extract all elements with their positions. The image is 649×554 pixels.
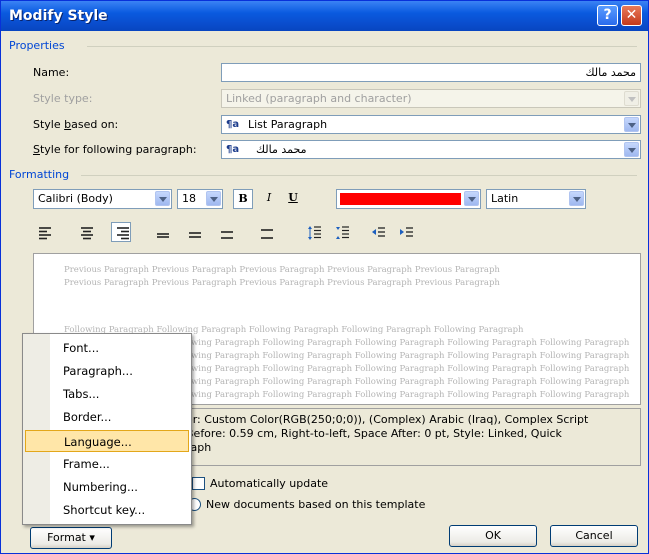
double-spacing-icon[interactable]: [257, 223, 277, 243]
following-paragraph-text: wing Paragraph Following Paragraph Follo…: [191, 351, 630, 361]
menu-item-font[interactable]: Font...: [25, 337, 189, 359]
name-label: Name:: [33, 66, 70, 79]
increase-indent-icon[interactable]: [397, 223, 417, 243]
previous-paragraph-text: Previous Paragraph Previous Paragraph Pr…: [64, 265, 500, 275]
following-value: محمد مالك: [256, 143, 307, 156]
dialog-title: Modify Style: [9, 8, 108, 24]
chevron-down-icon[interactable]: [155, 191, 170, 206]
menu-item-label: Numbering...: [63, 480, 138, 494]
following-label: Style for following paragraph:: [33, 143, 197, 156]
format-button[interactable]: Format ▾: [30, 527, 112, 549]
menu-item-label: Language...: [64, 435, 132, 449]
close-button[interactable]: ✕: [621, 5, 642, 26]
style-type-select: Linked (paragraph and character): [221, 89, 641, 108]
title-bar: Modify Style ? ✕: [1, 1, 648, 31]
menu-item-language[interactable]: Language...: [25, 430, 189, 452]
auto-update-label: Automatically update: [210, 477, 329, 490]
following-paragraph-text: wing Paragraph Following Paragraph Follo…: [191, 338, 630, 348]
based-on-label: Style based on:: [33, 118, 119, 131]
menu-item-numbering[interactable]: Numbering...: [25, 476, 189, 498]
underline-button[interactable]: U: [283, 189, 303, 209]
font-color-select[interactable]: [336, 189, 481, 209]
menu-item-shortcut-key[interactable]: Shortcut key...: [25, 499, 189, 521]
following-select[interactable]: ¶a محمد مالك: [221, 140, 641, 159]
bold-button[interactable]: B: [233, 189, 253, 209]
modify-style-dialog: Modify Style ? ✕ Properties Name: محمد م…: [0, 0, 649, 554]
chevron-down-icon[interactable]: [624, 142, 639, 157]
style-type-label: Style type:: [33, 92, 93, 105]
section-divider: [87, 46, 637, 47]
align-center-icon[interactable]: [77, 223, 97, 243]
formatting-section: Formatting: [9, 168, 639, 182]
menu-item-paragraph[interactable]: Paragraph...: [25, 360, 189, 382]
paragraph-style-icon: ¶a: [226, 144, 240, 155]
menu-item-tabs[interactable]: Tabs...: [25, 383, 189, 405]
script-select[interactable]: Latin: [486, 189, 586, 209]
properties-section-label: Properties: [9, 39, 65, 52]
following-paragraph-text: wing Paragraph Following Paragraph Follo…: [191, 390, 630, 400]
chevron-down-icon: [624, 91, 639, 106]
help-button[interactable]: ?: [597, 5, 618, 26]
color-swatch: [340, 193, 461, 205]
menu-item-label: Border...: [63, 410, 112, 424]
script-value: Latin: [491, 192, 519, 205]
decrease-indent-icon[interactable]: [369, 223, 389, 243]
ok-button[interactable]: OK: [449, 525, 537, 547]
chevron-down-icon[interactable]: [624, 117, 639, 132]
paragraph-style-icon: ¶a: [226, 119, 240, 130]
style-type-value: Linked (paragraph and character): [226, 92, 412, 105]
justify-icon[interactable]: [153, 223, 173, 243]
menu-item-label: Frame...: [63, 457, 110, 471]
following-paragraph-text: wing Paragraph Following Paragraph Follo…: [191, 364, 630, 374]
menu-item-label: Font...: [63, 341, 100, 355]
name-value: محمد مالك: [585, 66, 637, 79]
align-right-icon[interactable]: [111, 222, 131, 242]
space-before-icon[interactable]: [305, 223, 325, 243]
italic-button[interactable]: I: [259, 189, 279, 209]
menu-item-frame[interactable]: Frame...: [25, 453, 189, 475]
align-left-icon[interactable]: [35, 223, 55, 243]
menu-item-label: Paragraph...: [63, 364, 133, 378]
font-size-select[interactable]: 18: [177, 189, 223, 209]
menu-item-label: Tabs...: [63, 387, 100, 401]
format-menu: Font... Paragraph... Tabs... Border... L…: [22, 333, 192, 525]
based-on-value: List Paragraph: [248, 118, 328, 131]
following-paragraph-text: wing Paragraph Following Paragraph Follo…: [191, 377, 630, 387]
previous-paragraph-text: Previous Paragraph Previous Paragraph Pr…: [64, 278, 500, 288]
based-on-select[interactable]: ¶a List Paragraph: [221, 115, 641, 134]
font-size-value: 18: [182, 192, 196, 205]
menu-item-label: Shortcut key...: [63, 503, 146, 517]
chevron-down-icon[interactable]: [464, 191, 479, 206]
cancel-button[interactable]: Cancel: [550, 525, 638, 547]
chevron-down-icon[interactable]: [569, 191, 584, 206]
name-field[interactable]: محمد مالك: [221, 63, 641, 82]
auto-update-checkbox[interactable]: [192, 477, 205, 490]
description-text: or: Custom Color(RGB(250;0;0)), (Complex…: [186, 413, 589, 426]
single-spacing-icon[interactable]: [185, 223, 205, 243]
font-value: Calibri (Body): [38, 192, 113, 205]
menu-item-border[interactable]: Border...: [25, 406, 189, 428]
properties-section: Properties: [9, 39, 639, 53]
formatting-section-label: Formatting: [9, 168, 70, 181]
font-select[interactable]: Calibri (Body): [33, 189, 172, 209]
section-divider: [81, 175, 637, 176]
chevron-down-icon[interactable]: [206, 191, 221, 206]
one-half-spacing-icon[interactable]: [217, 223, 237, 243]
space-after-icon[interactable]: [333, 223, 353, 243]
new-docs-label: New documents based on this template: [206, 498, 426, 511]
description-text: Before: 0.59 cm, Right-to-left, Space Af…: [186, 427, 562, 440]
